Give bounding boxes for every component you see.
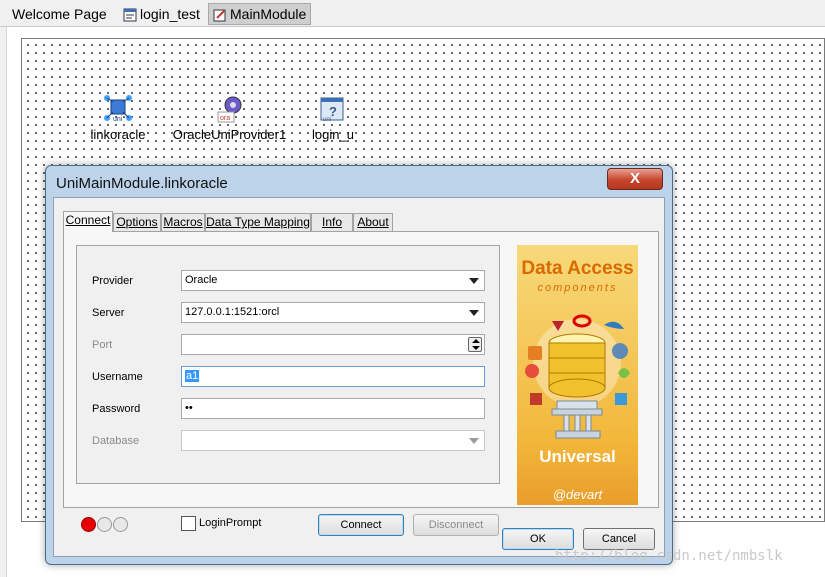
tab-login-test[interactable]: login_test — [119, 3, 204, 25]
svg-text:ora: ora — [220, 115, 230, 122]
component-label: linkoracle — [90, 127, 146, 142]
database-combobox[interactable] — [181, 430, 485, 451]
module-icon — [213, 7, 227, 22]
provider-label: Provider — [92, 275, 133, 287]
connect-tab-panel: Provider Oracle Server 127.0.0.1:1521:or… — [63, 231, 659, 536]
port-spin-field[interactable] — [181, 334, 485, 355]
component-linkoracle[interactable]: uni linkoracle — [88, 94, 148, 142]
devart-logo: @devart — [552, 487, 603, 502]
oracle-provider-icon: ora — [215, 94, 245, 124]
status-led — [113, 517, 128, 532]
provider-select[interactable]: Oracle — [181, 270, 485, 291]
tab-label: MainModule — [230, 6, 307, 22]
uni-connection-icon: uni — [103, 94, 133, 124]
tab-macros[interactable]: Macros — [161, 213, 205, 231]
username-label: Username — [92, 371, 143, 383]
component-login-u[interactable]: ? uni login_u — [308, 94, 358, 142]
close-icon: X — [629, 170, 640, 187]
database-label: Database — [92, 435, 140, 447]
tab-options[interactable]: Options — [113, 213, 161, 231]
tab-label: Welcome Page — [12, 6, 107, 22]
component-label: login_u — [312, 127, 354, 142]
disconnect-button[interactable]: Disconnect — [413, 514, 499, 536]
svg-text:uni: uni — [113, 116, 123, 123]
connection-settings-box: Provider Oracle Server 127.0.0.1:1521:or… — [76, 245, 500, 484]
component-oracle-uni-provider[interactable]: ora OracleUniProvider1 — [172, 94, 287, 142]
component-label: OracleUniProvider1 — [172, 127, 287, 142]
tab-welcome-page[interactable]: Welcome Page — [8, 3, 111, 25]
spin-button-icon[interactable] — [468, 337, 482, 352]
tab-data-type-mapping[interactable]: Data Type Mapping — [205, 213, 311, 231]
watermark-text: http://blog.csdn.net/nmbslk — [555, 548, 783, 564]
tab-info[interactable]: Info — [311, 213, 353, 231]
database-cylinder-icon — [525, 314, 630, 439]
tab-connect[interactable]: Connect — [63, 211, 113, 232]
promo-subtitle: components — [537, 282, 618, 294]
ok-button[interactable]: OK — [502, 528, 574, 550]
username-input[interactable]: a1 — [181, 366, 485, 387]
devart-promo-banner: Data Access components Universal @devart — [517, 245, 638, 505]
tab-label: login_test — [140, 6, 200, 22]
close-button[interactable]: X — [607, 168, 663, 190]
tab-about[interactable]: About — [353, 213, 393, 231]
status-led-connected — [81, 517, 96, 532]
ide-tab-strip: Welcome Page login_test MainModule — [0, 0, 825, 27]
form-icon — [123, 7, 137, 22]
login-prompt-label: LoginPrompt — [199, 517, 262, 529]
status-led — [97, 517, 112, 532]
cancel-button[interactable]: Cancel — [583, 528, 655, 550]
password-input[interactable]: •• — [181, 398, 485, 419]
tab-main-module[interactable]: MainModule — [208, 3, 312, 25]
login-prompt-checkbox[interactable] — [181, 516, 196, 531]
promo-product: Universal — [539, 447, 616, 466]
uni-query-icon: ? uni — [318, 94, 348, 124]
left-panel-edge — [0, 27, 7, 577]
connection-editor-dialog: UniMainModule.linkoracle X Connect Optio… — [45, 165, 673, 565]
port-label: Port — [92, 339, 113, 351]
password-label: Password — [92, 403, 141, 415]
server-combobox[interactable]: 127.0.0.1:1521:orcl — [181, 302, 485, 323]
svg-text:uni: uni — [323, 117, 331, 123]
dialog-body: Connect Options Macros Data Type Mapping… — [53, 197, 665, 557]
chevron-down-icon — [469, 310, 479, 316]
connect-button[interactable]: Connect — [318, 514, 404, 536]
dialog-title: UniMainModule.linkoracle — [56, 175, 228, 192]
server-label: Server — [92, 307, 125, 319]
promo-title: Data Access — [521, 258, 634, 279]
chevron-down-icon — [469, 278, 479, 284]
chevron-down-icon — [469, 438, 479, 444]
